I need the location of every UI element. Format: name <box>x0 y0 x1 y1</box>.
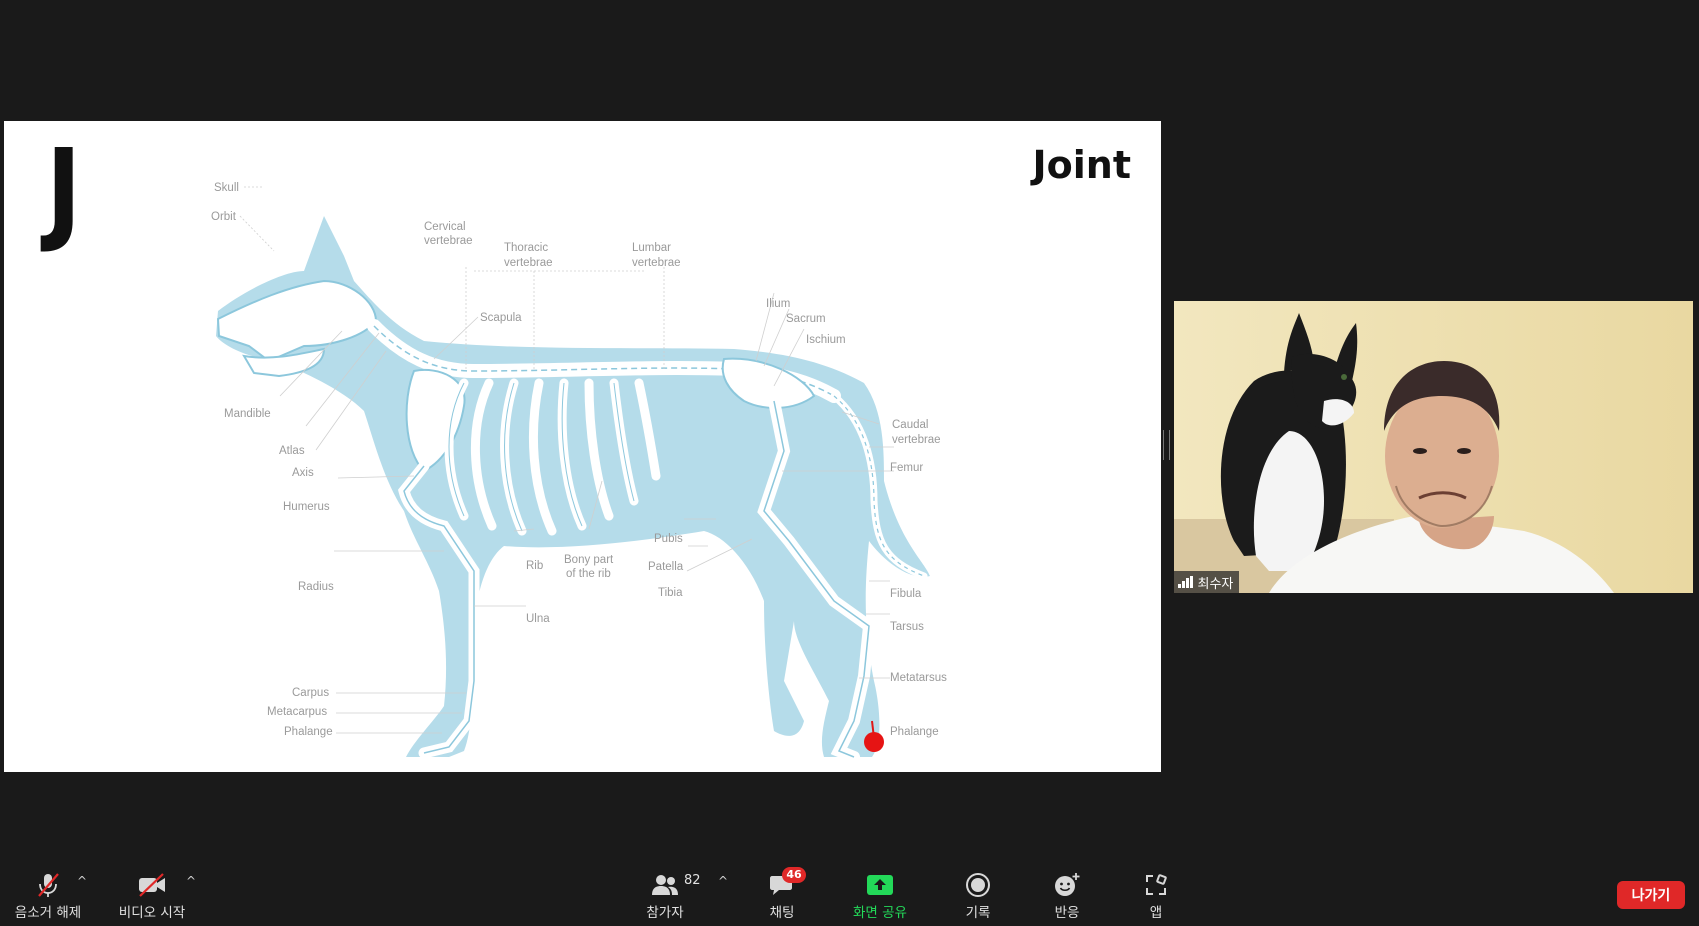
leave-meeting-button[interactable]: 나가기 <box>1617 881 1685 909</box>
label-tarsus: Tarsus <box>890 621 924 633</box>
zoom-meeting-window: J Joint Skull Orbit Cervical vertebrae T… <box>0 0 1699 926</box>
label-phalange-rear: Phalange <box>890 726 939 738</box>
unmute-label: 음소거 해제 <box>14 905 82 921</box>
unmute-button[interactable]: 음소거 해제 <box>10 860 86 926</box>
label-lumbar-2: vertebrae <box>632 257 681 269</box>
label-humerus: Humerus <box>283 501 330 513</box>
microphone-muted-icon <box>32 872 64 898</box>
label-caudal-1: Caudal <box>892 419 928 431</box>
label-pubis: Pubis <box>654 533 683 545</box>
label-orbit: Orbit <box>211 211 237 223</box>
label-lumbar-1: Lumbar <box>632 242 671 254</box>
label-cervical-2: vertebrae <box>424 235 473 247</box>
label-sacrum: Sacrum <box>786 313 826 325</box>
apps-grid-icon <box>1140 872 1172 898</box>
label-metatarsus: Metatarsus <box>890 672 947 684</box>
label-caudal-2: vertebrae <box>892 434 941 446</box>
label-ilium: Ilium <box>766 298 790 310</box>
label-ischium: Ischium <box>806 334 846 346</box>
meeting-toolbar: 음소거 해제 ^ 비디오 시작 ^ 82 참가자 ^ 46 채팅 화면 공유 기… <box>0 860 1699 926</box>
label-scapula: Scapula <box>480 312 522 324</box>
audio-options-caret[interactable]: ^ <box>77 874 87 888</box>
label-carpus: Carpus <box>292 687 329 699</box>
label-tibia: Tibia <box>658 587 683 599</box>
label-bony-part-2: of the rib <box>566 568 611 580</box>
participant-video-feed <box>1174 301 1693 593</box>
label-atlas: Atlas <box>279 445 305 457</box>
label-mandible: Mandible <box>224 408 271 420</box>
apps-button[interactable]: 앱 <box>1134 860 1178 926</box>
apps-label: 앱 <box>1149 905 1163 921</box>
participants-count: 82 <box>684 873 701 888</box>
label-skull: Skull <box>214 182 239 194</box>
connection-signal-icon <box>1178 576 1193 588</box>
record-label: 기록 <box>965 905 991 921</box>
label-cervical-1: Cervical <box>424 221 466 233</box>
label-thoracic-1: Thoracic <box>504 242 548 254</box>
chat-bubble-icon: 46 <box>766 867 806 898</box>
reactions-label: 반응 <box>1054 905 1080 921</box>
label-fibula: Fibula <box>890 588 922 600</box>
label-phalange-front: Phalange <box>284 726 333 738</box>
participants-label: 참가자 <box>646 905 684 921</box>
label-femur: Femur <box>890 462 923 474</box>
share-screen-label: 화면 공유 <box>853 905 907 921</box>
label-thoracic-2: vertebrae <box>504 257 553 269</box>
panel-resize-handle[interactable] <box>1163 430 1170 460</box>
start-video-button[interactable]: 비디오 시작 <box>114 860 190 926</box>
shared-screen-slide: J Joint Skull Orbit Cervical vertebrae T… <box>4 121 1161 772</box>
record-icon <box>962 872 994 898</box>
video-camera-off-icon <box>136 872 168 898</box>
participants-options-caret[interactable]: ^ <box>718 874 728 888</box>
smiley-plus-icon <box>1051 872 1083 898</box>
label-axis: Axis <box>292 467 314 479</box>
video-options-caret[interactable]: ^ <box>186 874 196 888</box>
start-video-label: 비디오 시작 <box>118 905 186 921</box>
label-ulna: Ulna <box>526 613 550 625</box>
participants-button[interactable]: 82 참가자 <box>640 860 701 926</box>
participant-name: 최수자 <box>1197 576 1234 592</box>
share-screen-button[interactable]: 화면 공유 <box>848 860 912 926</box>
participants-icon: 82 <box>649 872 701 898</box>
reactions-button[interactable]: 반응 <box>1045 860 1089 926</box>
chat-label: 채팅 <box>769 905 795 921</box>
dog-skeleton-diagram: Skull Orbit Cervical vertebrae Thoracic … <box>211 182 947 763</box>
participant-name-tag: 최수자 <box>1174 571 1240 593</box>
label-radius: Radius <box>298 581 334 593</box>
label-patella: Patella <box>648 561 684 573</box>
record-button[interactable]: 기록 <box>956 860 1000 926</box>
label-bony-part-1: Bony part <box>564 554 614 566</box>
chat-button[interactable]: 46 채팅 <box>760 860 806 926</box>
share-screen-icon <box>864 872 896 898</box>
chat-unread-badge: 46 <box>782 867 806 883</box>
label-metacarpus: Metacarpus <box>267 706 327 718</box>
label-rib: Rib <box>526 560 543 572</box>
participant-video-tile[interactable] <box>1174 301 1693 593</box>
red-marker-dot <box>864 732 884 752</box>
